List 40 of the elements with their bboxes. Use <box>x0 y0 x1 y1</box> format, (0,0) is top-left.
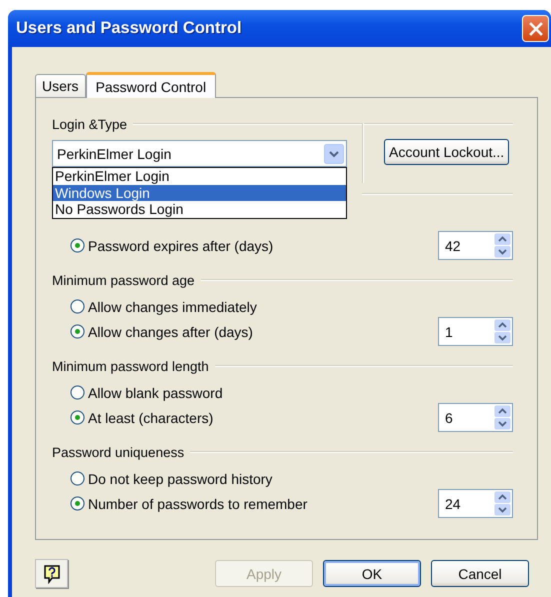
dialog-button[interactable]: OK <box>323 560 421 587</box>
dropdown-option[interactable]: PerkinElmer Login <box>53 168 346 184</box>
login-type-dropdown[interactable]: PerkinElmer Login <box>52 140 347 167</box>
account-lockout-button[interactable]: Account Lockout... <box>384 139 510 165</box>
radio-label: At least (characters) <box>88 410 214 426</box>
spin-arrows-icon <box>494 233 511 258</box>
number-spinner[interactable]: 42 <box>438 231 513 260</box>
dropdown-option[interactable]: Windows Login <box>53 184 346 201</box>
help-icon <box>42 564 60 584</box>
radio-button[interactable] <box>70 299 85 314</box>
radio-label: Allow blank password <box>88 384 223 400</box>
close-icon <box>528 20 544 36</box>
group-title: Minimum password length <box>52 358 210 374</box>
close-button[interactable] <box>522 15 549 42</box>
radio-button[interactable] <box>70 238 85 253</box>
radio-label: Do not keep password history <box>88 470 272 486</box>
radio-label: Number of passwords to remember <box>88 496 308 512</box>
radio-label: Password expires after (days) <box>88 238 274 254</box>
dropdown-option[interactable]: No Passwords Login <box>53 201 346 218</box>
window-title: Users and Password Control <box>15 19 243 38</box>
tab[interactable]: Password Control <box>86 72 216 98</box>
dialog-button[interactable]: Cancel <box>431 560 529 587</box>
radio-label: Allow changes after (days) <box>88 324 253 340</box>
group-title: Login &Type <box>52 116 128 132</box>
radio-button[interactable] <box>70 496 85 511</box>
number-spinner[interactable]: 1 <box>438 317 513 346</box>
group-title: Password uniqueness <box>52 444 186 460</box>
tab[interactable]: Users <box>35 74 86 97</box>
group-title: Minimum password age <box>52 272 196 288</box>
radio-button[interactable] <box>70 410 85 425</box>
spin-arrows-icon <box>494 405 511 430</box>
spin-arrows-icon <box>494 319 511 344</box>
radio-button[interactable] <box>70 385 85 400</box>
radio-button[interactable] <box>70 471 85 486</box>
radio-button[interactable] <box>70 324 85 339</box>
spin-arrows-icon <box>494 491 511 516</box>
help-button[interactable] <box>35 559 68 588</box>
number-spinner[interactable]: 24 <box>438 489 513 518</box>
number-spinner[interactable]: 6 <box>438 403 513 432</box>
radio-label: Allow changes immediately <box>88 298 257 314</box>
